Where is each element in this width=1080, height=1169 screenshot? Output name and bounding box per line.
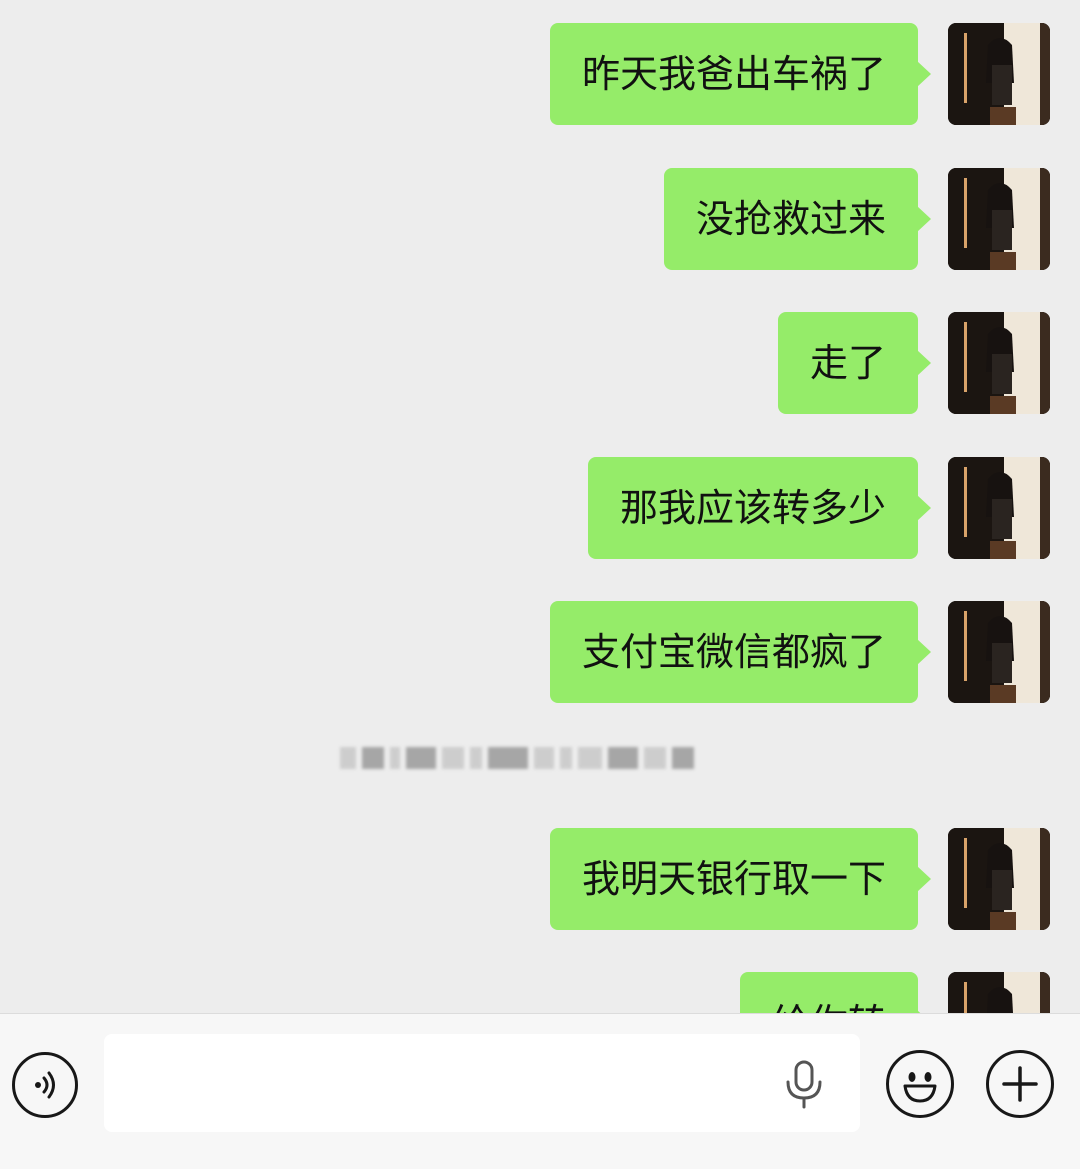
- avatar[interactable]: [948, 312, 1050, 414]
- message-row: 我明天银行取一下: [549, 828, 1050, 930]
- voice-mode-icon: [35, 1071, 55, 1099]
- message-row: 给你转: [739, 972, 1050, 1013]
- message-row: 昨天我爸出车祸了: [549, 23, 1050, 125]
- message-bubble[interactable]: 我明天银行取一下: [549, 828, 932, 930]
- message-input[interactable]: [104, 1034, 860, 1132]
- plus-icon: [1002, 1066, 1038, 1102]
- avatar[interactable]: [948, 23, 1050, 125]
- avatar[interactable]: [948, 828, 1050, 930]
- message-row: 走了: [777, 312, 1050, 414]
- microphone-icon[interactable]: [782, 1060, 826, 1110]
- avatar[interactable]: [948, 972, 1050, 1013]
- message-bubble[interactable]: 给你转: [739, 972, 932, 1013]
- chat-message-list[interactable]: 昨天我爸出车祸了 没抢救过来 走了 那我应该转多少 支付宝微信都疯了 我明天银行…: [0, 0, 1080, 1013]
- message-bubble[interactable]: 支付宝微信都疯了: [549, 601, 932, 703]
- avatar[interactable]: [948, 457, 1050, 559]
- message-row: 没抢救过来: [663, 168, 1050, 270]
- chat-input-bar: [0, 1013, 1080, 1169]
- avatar[interactable]: [948, 168, 1050, 270]
- voice-mode-button[interactable]: [12, 1052, 78, 1118]
- message-bubble[interactable]: 没抢救过来: [663, 168, 932, 270]
- message-row: 支付宝微信都疯了: [549, 601, 1050, 703]
- emoji-icon: [903, 1072, 937, 1103]
- message-bubble[interactable]: 那我应该转多少: [587, 457, 932, 559]
- avatar[interactable]: [948, 601, 1050, 703]
- message-bubble[interactable]: 走了: [777, 312, 932, 414]
- more-options-button[interactable]: [986, 1050, 1054, 1118]
- message-bubble[interactable]: 昨天我爸出车祸了: [549, 23, 932, 125]
- system-notice-redacted: [340, 738, 740, 778]
- message-row: 那我应该转多少: [587, 457, 1050, 559]
- emoji-button[interactable]: [886, 1050, 954, 1118]
